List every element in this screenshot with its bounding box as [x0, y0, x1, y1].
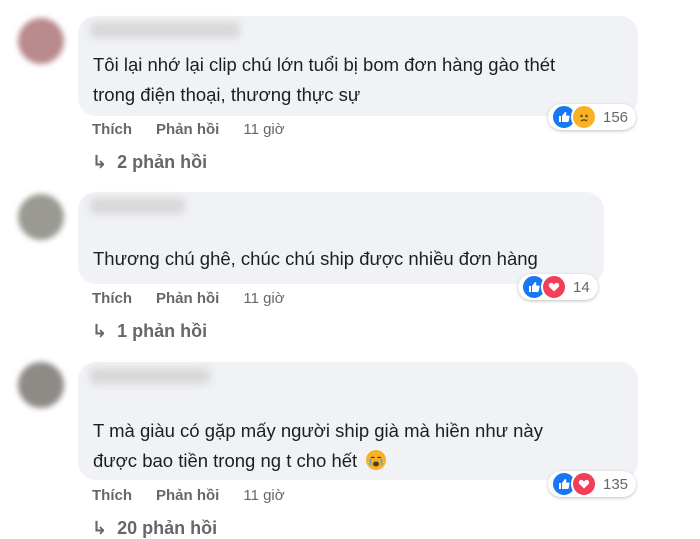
- avatar[interactable]: [18, 18, 64, 64]
- reply-arrow-icon: ↳: [92, 321, 108, 341]
- comment-actions: Thích Phản hồi 11 giờ: [92, 487, 285, 504]
- comment-bubble: Tôi lại nhớ lại clip chú lớn tuổi bị bom…: [78, 16, 638, 116]
- sad-icon: [571, 104, 597, 130]
- reply-button[interactable]: Phản hồi: [156, 487, 219, 504]
- replies-label: 2 phản hồi: [117, 152, 208, 172]
- comment-bubble: T mà giàu có gặp mấy người ship già mà h…: [78, 362, 638, 480]
- view-replies-button[interactable]: ↳ 1 phản hồi: [92, 321, 207, 342]
- reaction-count: 14: [573, 278, 590, 296]
- reply-button[interactable]: Phản hồi: [156, 121, 219, 138]
- like-button[interactable]: Thích: [92, 487, 132, 504]
- author-name[interactable]: [90, 22, 240, 38]
- comment-text-line-1: Tôi lại nhớ lại clip chú lớn tuổi bị bom…: [93, 54, 556, 75]
- timestamp[interactable]: 11 giờ: [243, 487, 284, 504]
- comment-text-line-2: được bao tiền trong ng t cho hết: [93, 446, 387, 476]
- comment-text-line-1: Thương chú ghê, chúc chú ship được nhiều…: [93, 248, 538, 269]
- like-button[interactable]: Thích: [92, 290, 132, 307]
- author-name[interactable]: [90, 368, 210, 384]
- timestamp[interactable]: 11 giờ: [243, 290, 284, 307]
- comment-actions: Thích Phản hồi 11 giờ: [92, 121, 285, 138]
- reaction-count: 135: [603, 475, 629, 493]
- view-replies-button[interactable]: ↳ 2 phản hồi: [92, 152, 207, 173]
- reaction-summary[interactable]: 14: [518, 274, 598, 300]
- heart-icon: [571, 471, 597, 497]
- timestamp[interactable]: 11 giờ: [243, 121, 284, 138]
- avatar[interactable]: [18, 194, 64, 240]
- heart-icon: [541, 274, 567, 300]
- comment-actions: Thích Phản hồi 11 giờ: [92, 290, 285, 307]
- comment-text-content: được bao tiền trong ng t cho hết: [93, 450, 358, 471]
- reply-button[interactable]: Phản hồi: [156, 290, 219, 307]
- like-button[interactable]: Thích: [92, 121, 132, 138]
- reply-arrow-icon: ↳: [92, 152, 108, 172]
- replies-label: 20 phản hồi: [117, 518, 218, 538]
- author-name[interactable]: [90, 198, 185, 214]
- comment-text-line-2: trong điện thoại, thương thực sự: [93, 84, 361, 105]
- reaction-summary[interactable]: 156: [548, 104, 637, 130]
- reaction-count: 156: [603, 108, 629, 126]
- comment-bubble: Thương chú ghê, chúc chú ship được nhiều…: [78, 192, 604, 284]
- replies-label: 1 phản hồi: [117, 321, 208, 341]
- comment-text-line-1: T mà giàu có gặp mấy người ship già mà h…: [93, 420, 543, 441]
- reaction-summary[interactable]: 135: [548, 471, 637, 497]
- reply-arrow-icon: ↳: [92, 518, 108, 538]
- view-replies-button[interactable]: ↳ 20 phản hồi: [92, 518, 217, 539]
- avatar[interactable]: [18, 362, 64, 408]
- crying-emoji-icon: [366, 450, 387, 470]
